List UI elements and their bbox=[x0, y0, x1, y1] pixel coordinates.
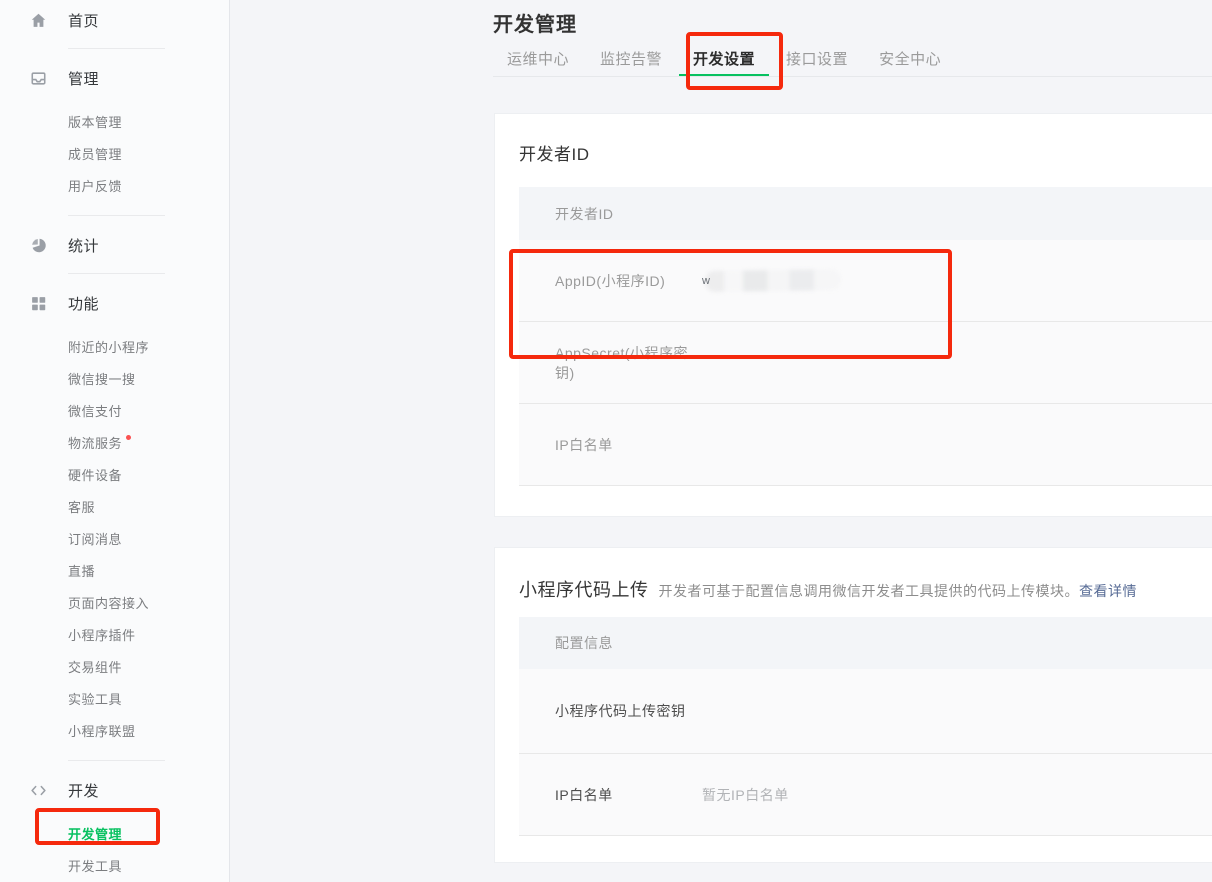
table-row-upload-key: 小程序代码上传密钥 bbox=[519, 669, 1212, 754]
sidebar-item-statistics[interactable]: 统计 bbox=[0, 231, 229, 259]
sidebar-item-logistics[interactable]: 物流服务 bbox=[0, 426, 229, 458]
sidebar-item-label: 功能 bbox=[68, 293, 99, 314]
blurred-value-pill bbox=[705, 269, 841, 292]
sidebar-item-nearby-miniprogram[interactable]: 附近的小程序 bbox=[0, 330, 229, 362]
card-header: 小程序代码上传 开发者可基于配置信息调用微信开发者工具提供的代码上传模块。 查看… bbox=[519, 578, 1212, 603]
ip-whitelist-label: IP白名单 bbox=[555, 785, 702, 805]
tab-monitor-alert[interactable]: 监控告警 bbox=[600, 45, 662, 76]
table-row-ip-whitelist: IP白名单 bbox=[519, 404, 1212, 486]
sidebar-divider bbox=[68, 215, 165, 216]
sidebar-item-home[interactable]: 首页 bbox=[0, 6, 229, 34]
tab-dev-settings[interactable]: 开发设置 bbox=[693, 45, 755, 76]
sidebar-item-manage[interactable]: 管理 bbox=[0, 64, 229, 92]
redacted-text-remnant: w bbox=[702, 275, 710, 287]
sidebar-item-member-manage[interactable]: 成员管理 bbox=[0, 137, 229, 169]
table-row-ip-whitelist: IP白名单 暂无IP白名单 bbox=[519, 754, 1212, 836]
developer-id-card: 开发者ID 开发者ID AppID(小程序ID) w AppSecret(小程序… bbox=[494, 113, 1212, 517]
new-badge-dot bbox=[126, 435, 131, 440]
grid-icon bbox=[30, 295, 47, 312]
tab-security-center[interactable]: 安全中心 bbox=[879, 45, 941, 76]
sidebar-item-features[interactable]: 功能 bbox=[0, 289, 229, 317]
sidebar-item-label: 统计 bbox=[68, 235, 99, 256]
sidebar-item-hardware[interactable]: 硬件设备 bbox=[0, 458, 229, 490]
sidebar-item-page-content[interactable]: 页面内容接入 bbox=[0, 586, 229, 618]
sidebar-item-label: 管理 bbox=[68, 68, 99, 89]
ip-whitelist-label: IP白名单 bbox=[555, 435, 702, 455]
inbox-icon bbox=[30, 70, 47, 87]
sidebar-item-label: 开发 bbox=[68, 780, 99, 801]
sidebar-item-label: 首页 bbox=[68, 10, 99, 31]
tab-api-settings[interactable]: 接口设置 bbox=[786, 45, 848, 76]
card-description: 开发者可基于配置信息调用微信开发者工具提供的代码上传模块。 bbox=[659, 581, 1080, 601]
tab-bar: 运维中心 监控告警 开发设置 接口设置 安全中心 bbox=[507, 45, 941, 76]
table-header-label: 开发者ID bbox=[555, 204, 702, 224]
sidebar-item-live[interactable]: 直播 bbox=[0, 554, 229, 586]
sidebar-divider bbox=[68, 48, 165, 49]
sidebar-item-dev-tools[interactable]: 开发工具 bbox=[0, 849, 229, 881]
main-content: 开发管理 运维中心 监控告警 开发设置 接口设置 安全中心 开发者ID 开发者I… bbox=[230, 0, 1212, 882]
sidebar-item-subscribe-message[interactable]: 订阅消息 bbox=[0, 522, 229, 554]
sidebar-item-dev-manage[interactable]: 开发管理 bbox=[0, 817, 229, 849]
home-icon bbox=[30, 12, 47, 29]
sidebar-item-trade-component[interactable]: 交易组件 bbox=[0, 650, 229, 682]
sidebar-item-miniprogram-plugin[interactable]: 小程序插件 bbox=[0, 618, 229, 650]
tab-bar-divider bbox=[493, 76, 1212, 77]
sidebar-item-wechat-pay[interactable]: 微信支付 bbox=[0, 394, 229, 426]
sidebar-item-miniprogram-union[interactable]: 小程序联盟 bbox=[0, 714, 229, 746]
table-header-row: 配置信息 bbox=[519, 617, 1212, 669]
page-title: 开发管理 bbox=[493, 8, 577, 37]
sidebar-item-user-feedback[interactable]: 用户反馈 bbox=[0, 169, 229, 201]
sidebar-item-wechat-search[interactable]: 微信搜一搜 bbox=[0, 362, 229, 394]
card-title: 开发者ID bbox=[519, 143, 1212, 167]
pie-chart-icon bbox=[30, 237, 47, 254]
code-upload-table: 配置信息 小程序代码上传密钥 IP白名单 暂无IP白名单 bbox=[519, 617, 1212, 836]
card-title: 小程序代码上传 bbox=[519, 578, 649, 603]
table-header-label: 配置信息 bbox=[555, 633, 702, 653]
sidebar: 首页 管理 版本管理 成员管理 用户反馈 统计 bbox=[0, 0, 230, 882]
table-row-appid: AppID(小程序ID) w bbox=[519, 240, 1212, 322]
sidebar-divider bbox=[68, 273, 165, 274]
appsecret-label: AppSecret(小程序密钥) bbox=[555, 343, 702, 383]
sidebar-divider bbox=[68, 760, 165, 761]
code-icon bbox=[30, 782, 47, 799]
appid-value-redacted: w bbox=[702, 270, 841, 291]
sidebar-item-experiment-tools[interactable]: 实验工具 bbox=[0, 682, 229, 714]
upload-key-label: 小程序代码上传密钥 bbox=[555, 701, 702, 721]
tab-ops-center[interactable]: 运维中心 bbox=[507, 45, 569, 76]
sidebar-item-customer-service[interactable]: 客服 bbox=[0, 490, 229, 522]
ip-whitelist-value: 暂无IP白名单 bbox=[702, 785, 789, 805]
table-header-row: 开发者ID bbox=[519, 187, 1212, 240]
sidebar-item-version-manage[interactable]: 版本管理 bbox=[0, 105, 229, 137]
table-row-appsecret: AppSecret(小程序密钥) bbox=[519, 322, 1212, 404]
view-details-link[interactable]: 查看详情 bbox=[1079, 581, 1137, 601]
appid-label: AppID(小程序ID) bbox=[555, 271, 702, 291]
sidebar-item-develop[interactable]: 开发 bbox=[0, 776, 229, 804]
code-upload-card: 小程序代码上传 开发者可基于配置信息调用微信开发者工具提供的代码上传模块。 查看… bbox=[494, 547, 1212, 863]
developer-id-table: 开发者ID AppID(小程序ID) w AppSecret(小程序密钥) IP… bbox=[519, 187, 1212, 486]
